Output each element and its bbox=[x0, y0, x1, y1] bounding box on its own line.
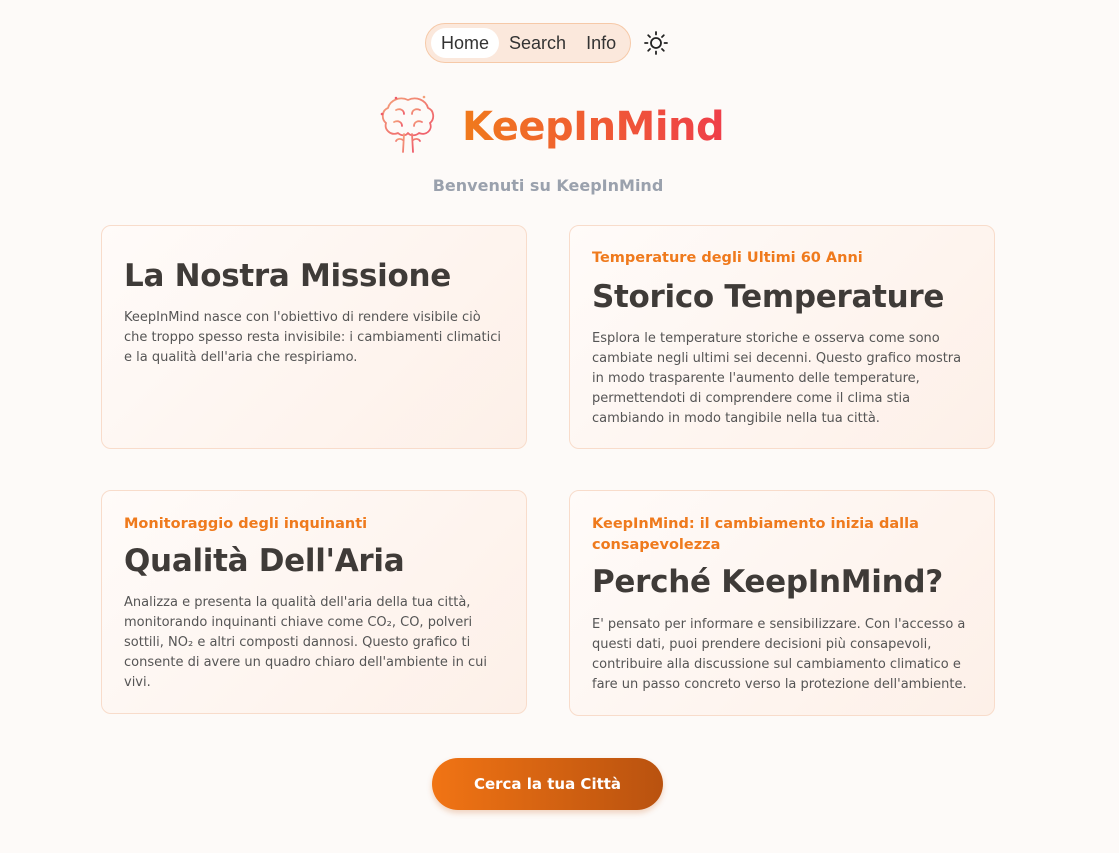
card-kicker: Temperature degli Ultimi 60 Anni bbox=[592, 250, 863, 266]
card-body: Analizza e presenta la qualità dell'aria… bbox=[124, 595, 487, 690]
brain-tree-icon bbox=[376, 92, 440, 162]
sun-icon[interactable] bbox=[643, 30, 669, 56]
search-city-button[interactable]: Cerca la tua Città bbox=[432, 758, 663, 810]
card-air-quality: Monitoraggio degli inquinanti Qualità De… bbox=[101, 490, 527, 714]
logo-text: KeepInMind bbox=[462, 104, 725, 150]
nav-item-search[interactable]: Search bbox=[499, 28, 576, 58]
card-title: Perché KeepInMind? bbox=[592, 564, 943, 600]
card-title: Qualità Dell'Aria bbox=[124, 543, 405, 579]
nav-pill: Home Search Info bbox=[425, 23, 631, 63]
card-mission: La Nostra Missione KeepInMind nasce con … bbox=[101, 225, 527, 449]
welcome-subtitle: Benvenuti su KeepInMind bbox=[432, 176, 664, 195]
card-kicker: KeepInMind: il cambiamento inizia dalla … bbox=[592, 516, 919, 553]
nav-item-home[interactable]: Home bbox=[431, 28, 500, 58]
card-kicker: Monitoraggio degli inquinanti bbox=[124, 516, 368, 532]
card-temperature: Temperature degli Ultimi 60 Anni Storico… bbox=[569, 225, 995, 449]
card-body: Esplora le temperature storiche e osserv… bbox=[592, 331, 962, 426]
nav-item-info[interactable]: Info bbox=[576, 28, 626, 58]
logo: KeepInMind bbox=[376, 92, 725, 162]
card-title: La Nostra Missione bbox=[124, 258, 451, 294]
card-title: Storico Temperature bbox=[592, 279, 945, 315]
card-why: KeepInMind: il cambiamento inizia dalla … bbox=[569, 490, 995, 716]
top-nav: Home Search Info bbox=[425, 23, 668, 63]
card-body: E' pensato per informare e sensibilizzar… bbox=[592, 617, 967, 692]
card-body: KeepInMind nasce con l'obiettivo di rend… bbox=[124, 310, 501, 365]
